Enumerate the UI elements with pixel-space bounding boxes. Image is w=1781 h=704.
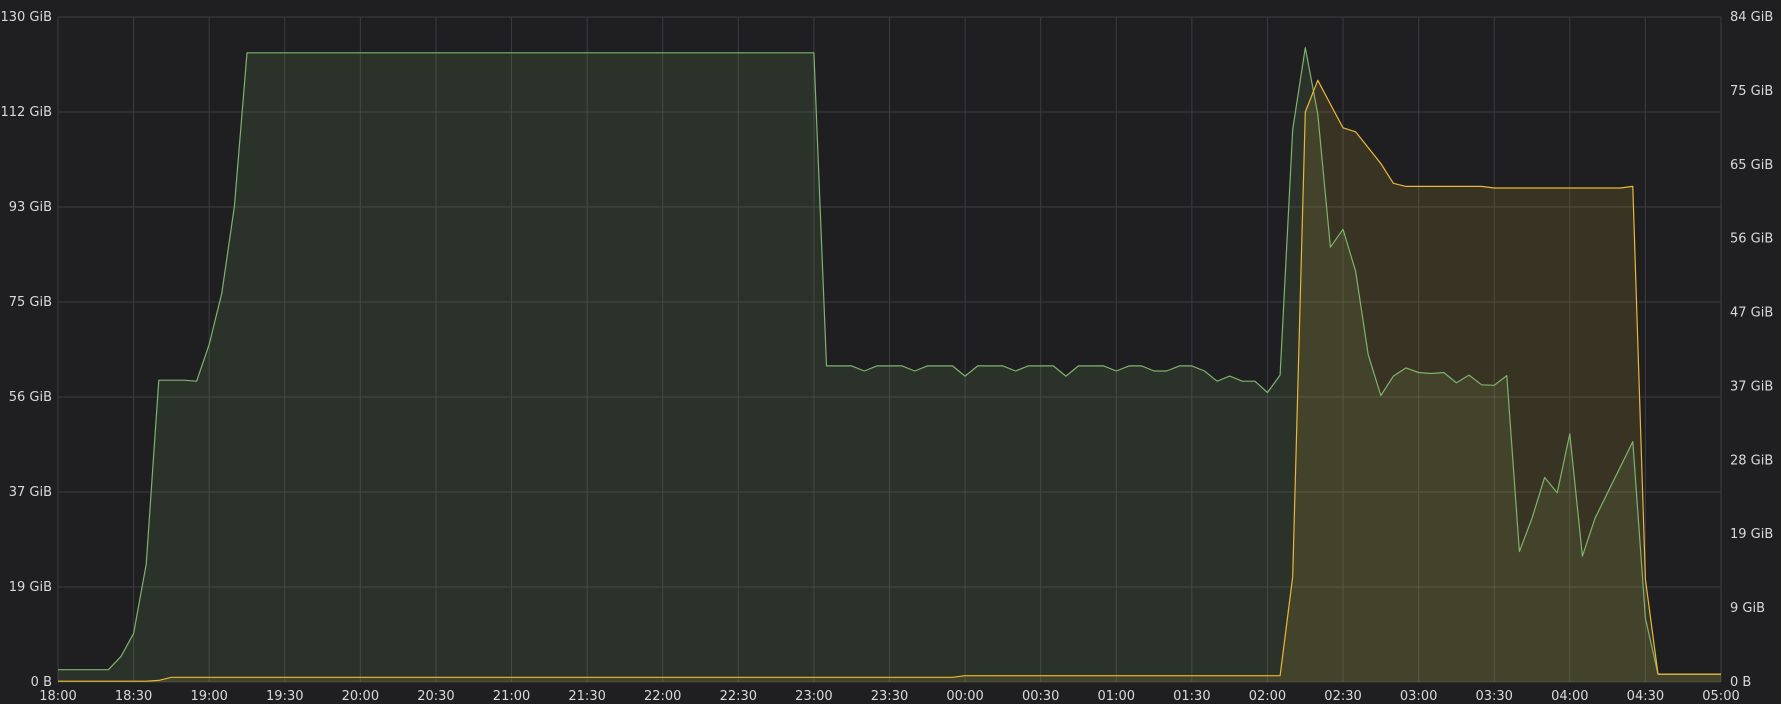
x-tick-label: 04:30 <box>1627 689 1664 704</box>
right-y-tick-label: 47 GiB <box>1730 306 1773 321</box>
x-tick-label: 20:30 <box>417 689 454 704</box>
x-tick-label: 01:00 <box>1098 689 1135 704</box>
x-tick-label: 22:30 <box>720 689 757 704</box>
left-y-tick-label: 56 GiB <box>9 390 52 405</box>
x-tick-label: 21:00 <box>493 689 530 704</box>
right-y-tick-label: 0 B <box>1730 675 1751 690</box>
x-axis: 18:00 18:30 19:00 19:30 20:00 20:30 21:00 21:30… <box>39 689 1739 704</box>
x-tick-label: 19:30 <box>266 689 303 704</box>
chart-panel: 0 B 19 GiB 37 GiB 56 GiB 75 GiB 93 GiB 112 GiB… <box>0 0 1781 704</box>
x-tick-label: 00:30 <box>1022 689 1059 704</box>
left-y-tick-label: 37 GiB <box>9 485 52 500</box>
right-y-tick-label: 75 GiB <box>1730 84 1773 99</box>
right-y-tick-label: 65 GiB <box>1730 158 1773 173</box>
x-tick-label: 20:00 <box>342 689 379 704</box>
x-tick-label: 19:00 <box>190 689 227 704</box>
x-tick-label: 00:00 <box>946 689 983 704</box>
x-tick-label: 02:30 <box>1324 689 1361 704</box>
left-y-tick-label: 0 B <box>31 675 52 690</box>
left-y-tick-label: 112 GiB <box>0 105 52 120</box>
x-tick-label: 18:00 <box>39 689 76 704</box>
time-series-chart: 0 B 19 GiB 37 GiB 56 GiB 75 GiB 93 GiB 112 GiB… <box>0 10 1773 704</box>
x-tick-label: 02:00 <box>1249 689 1286 704</box>
right-y-tick-label: 84 GiB <box>1730 10 1773 25</box>
left-y-tick-label: 93 GiB <box>9 200 52 215</box>
right-y-tick-label: 37 GiB <box>1730 379 1773 394</box>
right-y-tick-label: 19 GiB <box>1730 527 1773 542</box>
x-tick-label: 03:00 <box>1400 689 1437 704</box>
x-tick-label: 23:30 <box>871 689 908 704</box>
left-y-tick-label: 19 GiB <box>9 580 52 595</box>
x-tick-label: 18:30 <box>115 689 152 704</box>
x-tick-label: 05:00 <box>1702 689 1739 704</box>
x-tick-label: 22:00 <box>644 689 681 704</box>
x-tick-label: 03:30 <box>1475 689 1512 704</box>
right-y-tick-label: 56 GiB <box>1730 232 1773 247</box>
x-tick-label: 21:30 <box>568 689 605 704</box>
left-y-tick-label: 130 GiB <box>0 10 52 25</box>
x-tick-label: 04:00 <box>1551 689 1588 704</box>
right-y-tick-label: 9 GiB <box>1730 601 1765 616</box>
right-y-tick-label: 28 GiB <box>1730 453 1773 468</box>
x-tick-label: 23:00 <box>795 689 832 704</box>
x-tick-label: 01:30 <box>1173 689 1210 704</box>
left-y-axis: 0 B 19 GiB 37 GiB 56 GiB 75 GiB 93 GiB 112 GiB… <box>0 10 52 690</box>
right-y-axis: 0 B 9 GiB 19 GiB 28 GiB 37 GiB 47 GiB 56 GiB 65… <box>1730 10 1773 690</box>
left-y-tick-label: 75 GiB <box>9 295 52 310</box>
